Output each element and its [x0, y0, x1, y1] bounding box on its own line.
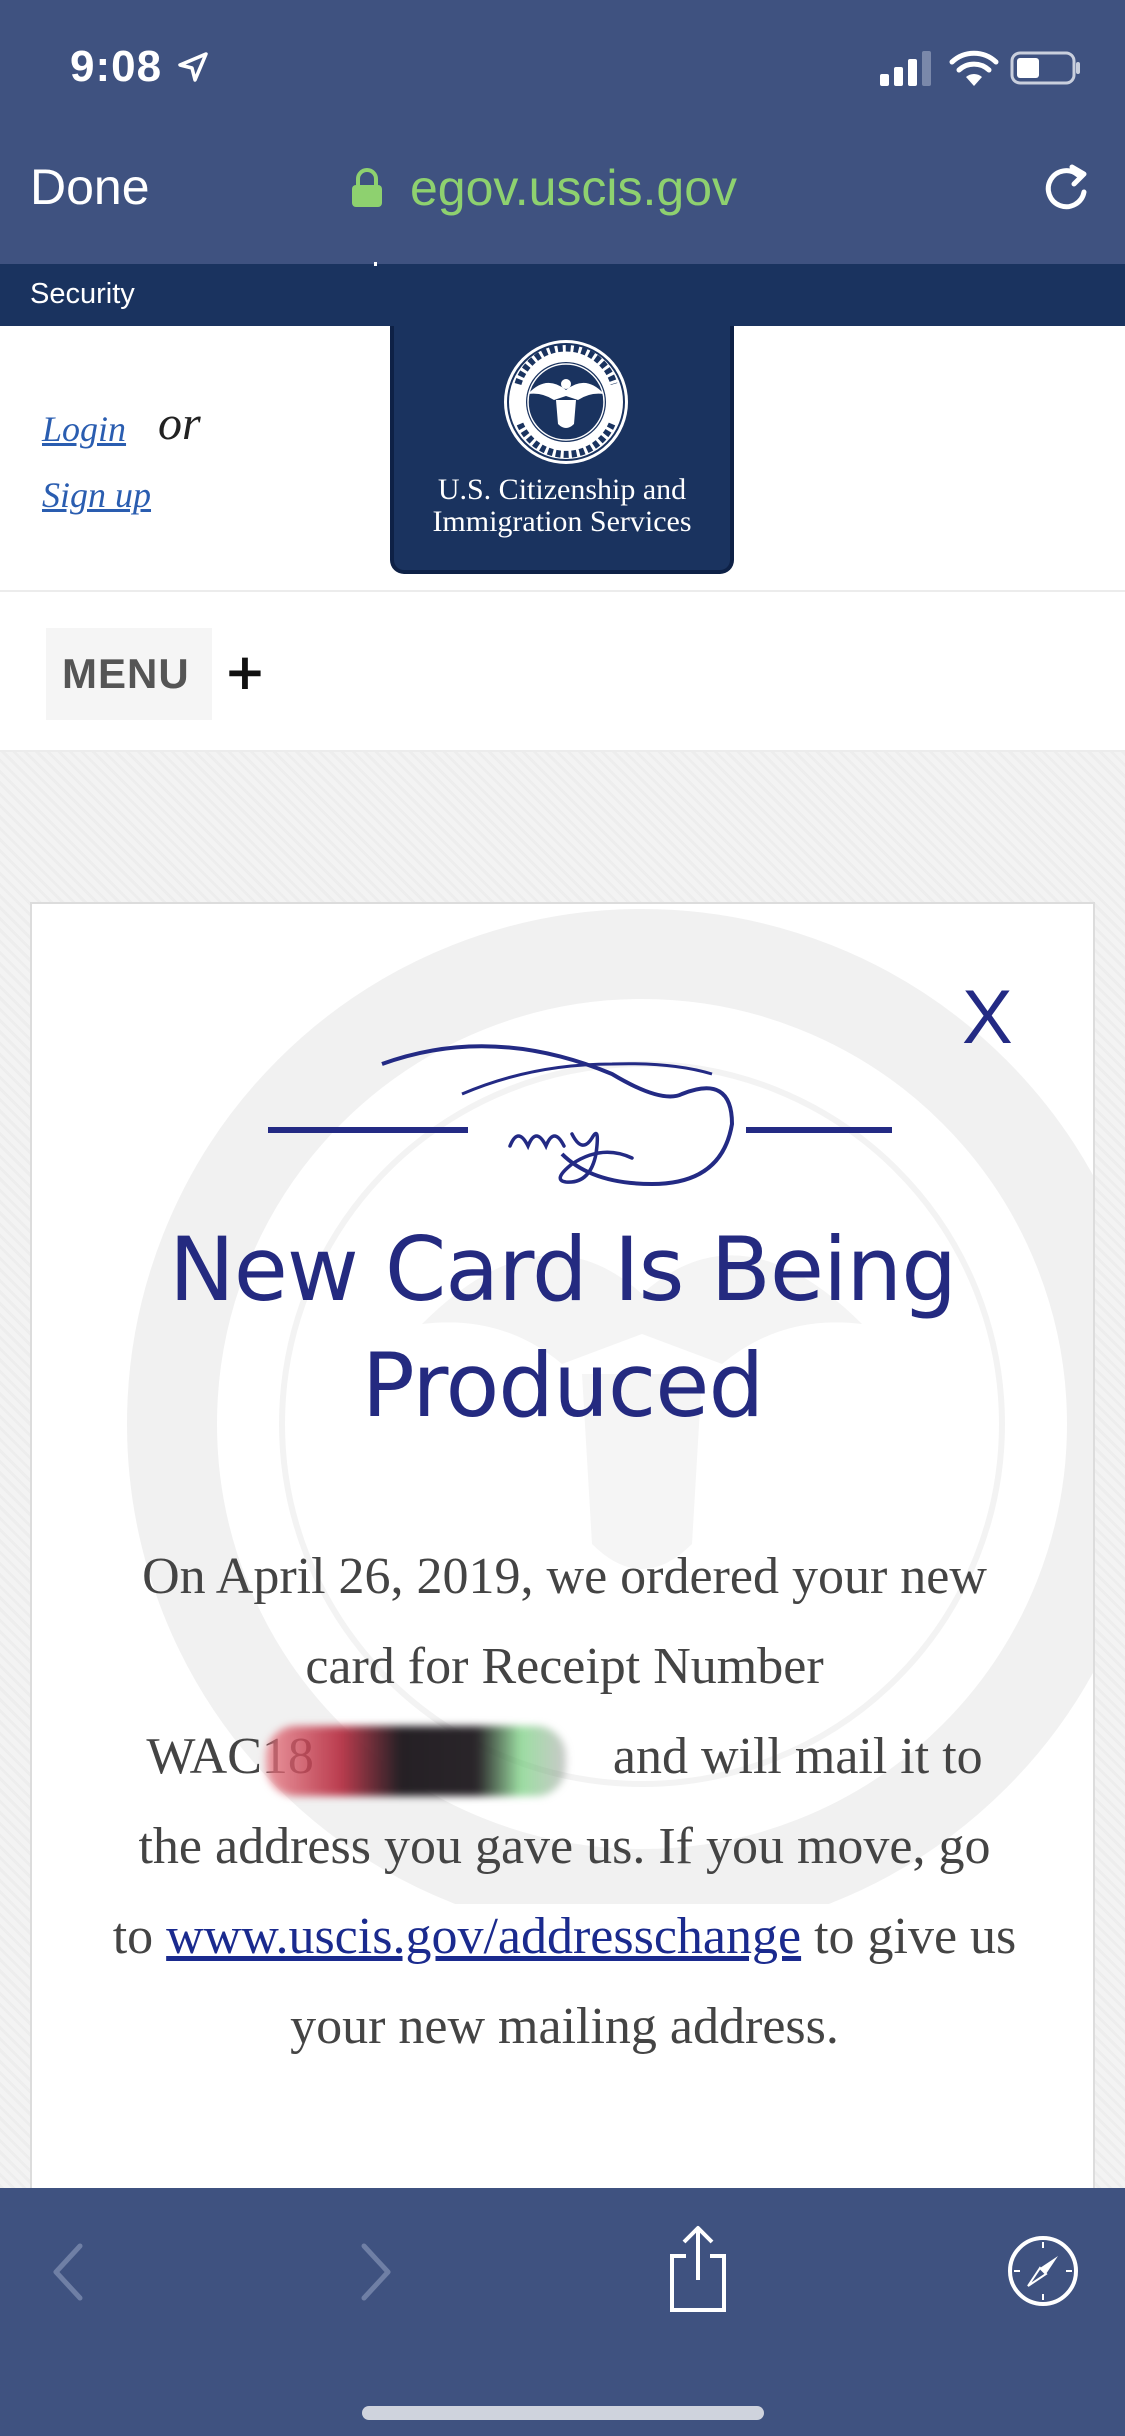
- redaction-mark: [266, 1726, 567, 1796]
- menu-button[interactable]: MENU: [46, 628, 212, 720]
- home-indicator[interactable]: [362, 2406, 764, 2420]
- page: 9:08 Done egov.uscis.gov Security Login …: [0, 0, 1125, 2436]
- menu-label: MENU: [62, 650, 190, 697]
- card-title: New Card Is Being Produced: [32, 1212, 1093, 1444]
- dhs-seal-icon: [504, 340, 628, 464]
- cellular-signal-icon: [880, 51, 931, 86]
- gov-strip-text: Security: [30, 278, 135, 310]
- or-text: or: [158, 397, 201, 450]
- card-title-line-1: New Card Is Being: [168, 1218, 957, 1321]
- receipt-number: WAC18: [146, 1712, 600, 1802]
- lock-icon: [352, 168, 382, 207]
- location-arrow-icon: [178, 52, 208, 82]
- status-time: 9:08: [70, 42, 163, 91]
- status-bar: 9:08: [0, 0, 1125, 132]
- address-bar[interactable]: egov.uscis.gov: [350, 158, 737, 218]
- card-title-line-2: Produced: [361, 1334, 765, 1437]
- done-button[interactable]: Done: [30, 158, 150, 216]
- chevron-left-icon[interactable]: [48, 2240, 88, 2304]
- uscis-logo[interactable]: U.S. Citizenship and Immigration Service…: [390, 326, 734, 574]
- close-button[interactable]: X: [962, 974, 1013, 1061]
- battery-icon: [1010, 51, 1080, 85]
- menu-bar: MENU +: [0, 590, 1125, 752]
- chevron-right-icon[interactable]: [356, 2240, 396, 2304]
- logo-line-2: Immigration Services: [432, 505, 692, 538]
- signup-link[interactable]: Sign up: [42, 474, 151, 516]
- browser-bottom-toolbar: [0, 2188, 1125, 2436]
- login-link[interactable]: Login: [42, 408, 126, 450]
- wifi-icon: [949, 50, 999, 86]
- logo-line-1: U.S. Citizenship and: [437, 473, 687, 506]
- logo-text: U.S. Citizenship and Immigration Service…: [394, 474, 730, 538]
- card-body-text-1: On April 26, 2019, we ordered your new c…: [142, 1548, 987, 1695]
- strip-divider: [374, 262, 377, 266]
- address-change-link[interactable]: www.uscis.gov/addresschange: [166, 1908, 801, 1965]
- url-text: egov.uscis.gov: [410, 160, 738, 216]
- my-uscis-flourish-icon: [268, 1044, 892, 1187]
- reload-icon[interactable]: [1040, 162, 1094, 216]
- share-icon[interactable]: [666, 2224, 730, 2314]
- compass-icon[interactable]: [1006, 2234, 1080, 2308]
- browser-top-bar: 9:08 Done egov.uscis.gov: [0, 0, 1125, 264]
- status-card: X New Card Is Being Produced On April 26…: [30, 902, 1095, 2202]
- card-body: On April 26, 2019, we ordered your new c…: [112, 1532, 1017, 2072]
- gov-header-strip: Security: [0, 264, 1125, 326]
- menu-plus-icon[interactable]: +: [224, 647, 266, 697]
- site-header: Login or Sign up U.S. Citizenship and Im…: [0, 326, 1125, 590]
